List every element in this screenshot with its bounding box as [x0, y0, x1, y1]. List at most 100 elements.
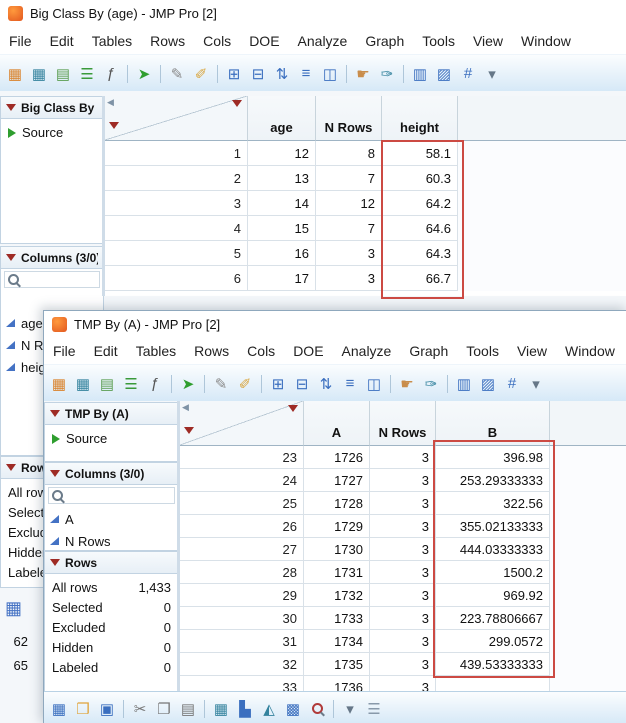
cell-b[interactable]: 223.78806667: [436, 607, 550, 630]
graph-builder-icon[interactable]: ▙: [234, 698, 256, 720]
bg-menu-view[interactable]: View: [464, 30, 512, 52]
chart-icon[interactable]: ◭: [258, 698, 280, 720]
red-triangle-icon[interactable]: [50, 470, 60, 477]
toolbar-overflow-icon[interactable]: ▾: [525, 373, 547, 395]
cell-n-rows[interactable]: 3: [370, 515, 436, 538]
copy-icon[interactable]: ❐: [153, 698, 175, 720]
pin-tool-icon[interactable]: ✑: [376, 63, 398, 85]
cell-b[interactable]: 1500.2: [436, 561, 550, 584]
annotate-icon[interactable]: ✎: [166, 63, 188, 85]
fg-column-item-n-rows[interactable]: N Rows: [45, 530, 178, 550]
rows-menu-icon[interactable]: [184, 427, 194, 434]
brush-icon[interactable]: ✐: [234, 373, 256, 395]
column-header-a[interactable]: A: [304, 401, 370, 446]
background-row-number[interactable]: 62: [4, 634, 28, 649]
update-table-icon[interactable]: ⊟: [247, 63, 269, 85]
split-columns-icon[interactable]: ◫: [363, 373, 385, 395]
cell-n-rows[interactable]: 3: [370, 538, 436, 561]
run-script-icon[interactable]: ➤: [177, 373, 199, 395]
columns-menu-icon[interactable]: [232, 100, 242, 107]
stack-columns-icon[interactable]: ≡: [295, 63, 317, 85]
open-table-icon[interactable]: ▦: [28, 63, 50, 85]
cell-height[interactable]: 66.7: [382, 266, 458, 291]
bg-menu-edit[interactable]: Edit: [41, 30, 83, 52]
cell-b[interactable]: 444.03333333: [436, 538, 550, 561]
fg-titlebar[interactable]: TMP By (A) - JMP Pro [2]: [44, 311, 626, 338]
bg-menu-analyze[interactable]: Analyze: [289, 30, 357, 52]
row-number[interactable]: 31: [180, 630, 304, 653]
fg-menu-window[interactable]: Window: [556, 340, 624, 362]
bg-menu-window[interactable]: Window: [512, 30, 580, 52]
cell-n-rows[interactable]: 12: [316, 191, 382, 216]
cell-n-rows[interactable]: 8: [316, 141, 382, 166]
paste-icon[interactable]: ▤: [177, 698, 199, 720]
column-header-height[interactable]: height: [382, 96, 458, 141]
row-number[interactable]: 25: [180, 492, 304, 515]
row-number[interactable]: 27: [180, 538, 304, 561]
cell-n-rows[interactable]: 7: [316, 216, 382, 241]
bg-menu-rows[interactable]: Rows: [141, 30, 194, 52]
formula-icon[interactable]: ƒ: [144, 373, 166, 395]
panel-collapse-icon[interactable]: ◀: [107, 97, 114, 108]
cell-n-rows[interactable]: 3: [370, 584, 436, 607]
bg-titlebar[interactable]: Big Class By (age) - JMP Pro [2]: [0, 0, 626, 27]
new-column-icon[interactable]: ▥: [409, 63, 431, 85]
row-number[interactable]: 28: [180, 561, 304, 584]
grabber-tool-icon[interactable]: ☛: [352, 63, 374, 85]
fg-menu-view[interactable]: View: [508, 340, 556, 362]
row-number[interactable]: 5: [105, 241, 248, 266]
cell-n-rows[interactable]: 3: [316, 266, 382, 291]
cell-a[interactable]: 1733: [304, 607, 370, 630]
cell-height[interactable]: 64.6: [382, 216, 458, 241]
new-data-table-icon[interactable]: ▦: [48, 373, 70, 395]
cell-age[interactable]: 12: [248, 141, 316, 166]
new-journal-icon[interactable]: ▦: [48, 698, 70, 720]
cell-b[interactable]: 355.02133333: [436, 515, 550, 538]
split-columns-icon[interactable]: ◫: [319, 63, 341, 85]
background-table-icon[interactable]: ▦: [5, 598, 22, 619]
cell-n-rows[interactable]: 3: [370, 492, 436, 515]
brush-icon[interactable]: ✐: [190, 63, 212, 85]
row-number[interactable]: 3: [105, 191, 248, 216]
red-triangle-icon[interactable]: [6, 104, 16, 111]
rows-menu-icon[interactable]: [109, 122, 119, 129]
fg-source-script[interactable]: Source: [45, 425, 178, 452]
fg-menu-graph[interactable]: Graph: [400, 340, 457, 362]
cell-b[interactable]: 396.98: [436, 446, 550, 469]
pin-tool-icon[interactable]: ✑: [420, 373, 442, 395]
cell-height[interactable]: 60.3: [382, 166, 458, 191]
cell-a[interactable]: 1728: [304, 492, 370, 515]
stack-columns-icon[interactable]: ≡: [339, 373, 361, 395]
fg-menu-rows[interactable]: Rows: [185, 340, 238, 362]
red-triangle-icon[interactable]: [6, 254, 16, 261]
red-triangle-icon[interactable]: [50, 410, 60, 417]
formula-icon[interactable]: ƒ: [100, 63, 122, 85]
bg-menu-tables[interactable]: Tables: [83, 30, 141, 52]
cell-b[interactable]: 299.0572: [436, 630, 550, 653]
fg-menu-tables[interactable]: Tables: [127, 340, 185, 362]
row-number[interactable]: 2: [105, 166, 248, 191]
row-number[interactable]: 32: [180, 653, 304, 676]
data-table-icon[interactable]: ▦: [210, 698, 232, 720]
row-number[interactable]: 24: [180, 469, 304, 492]
fg-menu-tools[interactable]: Tools: [457, 340, 508, 362]
cell-a[interactable]: 1730: [304, 538, 370, 561]
fg-menu-file[interactable]: File: [44, 340, 85, 362]
save-table-icon[interactable]: ▤: [52, 63, 74, 85]
run-script-icon[interactable]: ➤: [133, 63, 155, 85]
cell-age[interactable]: 17: [248, 266, 316, 291]
column-header-n-rows[interactable]: N Rows: [316, 96, 382, 141]
join-tables-icon[interactable]: ⊞: [223, 63, 245, 85]
bg-columns-search[interactable]: [4, 271, 100, 288]
grid-view-icon[interactable]: ▩: [282, 698, 304, 720]
red-triangle-icon[interactable]: [50, 559, 60, 566]
fg-menu-doe[interactable]: DOE: [284, 340, 332, 362]
cell-b[interactable]: 969.92: [436, 584, 550, 607]
toolbar-overflow-icon[interactable]: ▾: [339, 698, 361, 720]
fg-stat-selected[interactable]: Selected 0: [45, 597, 178, 617]
cell-age[interactable]: 16: [248, 241, 316, 266]
fg-menu-edit[interactable]: Edit: [85, 340, 127, 362]
cell-a[interactable]: 1731: [304, 561, 370, 584]
cell-b[interactable]: [436, 676, 550, 691]
bg-menu-tools[interactable]: Tools: [413, 30, 464, 52]
